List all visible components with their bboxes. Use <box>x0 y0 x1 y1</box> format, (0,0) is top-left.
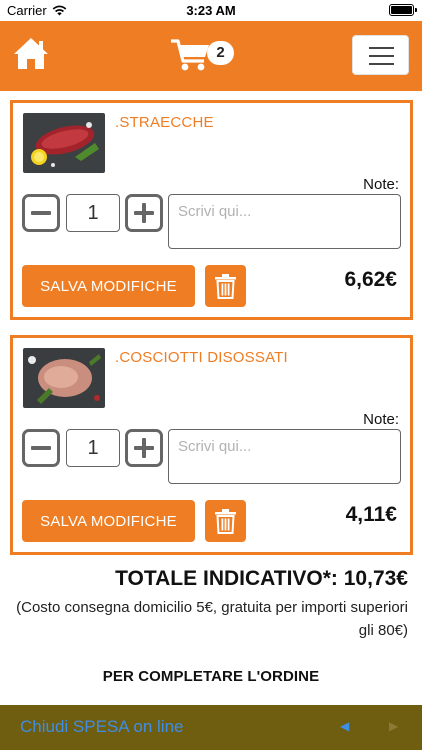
delete-item-button[interactable] <box>205 265 246 307</box>
decrease-quantity-button[interactable] <box>22 429 60 467</box>
battery-icon <box>389 4 417 16</box>
hamburger-icon-line <box>369 63 394 65</box>
status-bar: Carrier 3:23 AM <box>0 0 422 21</box>
delete-item-button[interactable] <box>205 500 246 542</box>
menu-button[interactable] <box>352 35 409 75</box>
cart-item-card: .COSCIOTTI DISOSSATI Note: SALVA MODIFIC… <box>10 335 413 555</box>
quantity-input[interactable] <box>66 194 120 232</box>
hamburger-icon-line <box>369 55 394 57</box>
home-icon <box>14 38 48 69</box>
product-image <box>23 113 105 173</box>
save-changes-button[interactable]: SALVA MODIFICHE <box>22 265 195 307</box>
product-name: .COSCIOTTI DISOSSATI <box>115 349 288 366</box>
minus-icon <box>31 446 51 450</box>
decrease-quantity-button[interactable] <box>22 194 60 232</box>
back-arrow-icon[interactable]: ◀ <box>340 719 349 733</box>
note-input[interactable] <box>168 194 401 249</box>
clock: 3:23 AM <box>186 3 236 18</box>
close-online-shopping-link[interactable]: Chiudi SPESA on line <box>20 717 184 737</box>
bottom-bar: Chiudi SPESA on line ◀ ▶ <box>0 705 422 750</box>
delivery-cost-note: (Costo consegna domicilio 5€, gratuita p… <box>16 599 408 639</box>
product-image <box>23 348 105 408</box>
note-label: Note: <box>363 411 399 428</box>
item-price: 6,62€ <box>344 268 397 291</box>
note-label: Note: <box>363 176 399 193</box>
complete-order-label: PER COMPLETARE L'ORDINE <box>102 668 320 685</box>
product-name: .STRAECCHE <box>115 114 214 131</box>
increase-quantity-button[interactable] <box>125 194 163 232</box>
note-input[interactable] <box>168 429 401 484</box>
quantity-input[interactable] <box>66 429 120 467</box>
increase-quantity-button[interactable] <box>125 429 163 467</box>
forward-arrow-icon[interactable]: ▶ <box>389 719 398 733</box>
save-changes-button[interactable]: SALVA MODIFICHE <box>22 500 195 542</box>
item-price: 4,11€ <box>345 503 397 526</box>
home-button[interactable] <box>12 35 50 73</box>
trash-icon <box>215 509 236 534</box>
cart-item-card: .STRAECCHE Note: SALVA MODIFICHE 6,62€ <box>10 100 413 320</box>
hamburger-icon-line <box>369 47 394 49</box>
cart-count-badge: 2 <box>207 41 234 65</box>
app-header: 2 <box>0 21 422 91</box>
trash-icon <box>215 274 236 299</box>
order-total: TOTALE INDICATIVO*: 10,73€ <box>115 567 408 590</box>
minus-icon <box>31 211 51 215</box>
